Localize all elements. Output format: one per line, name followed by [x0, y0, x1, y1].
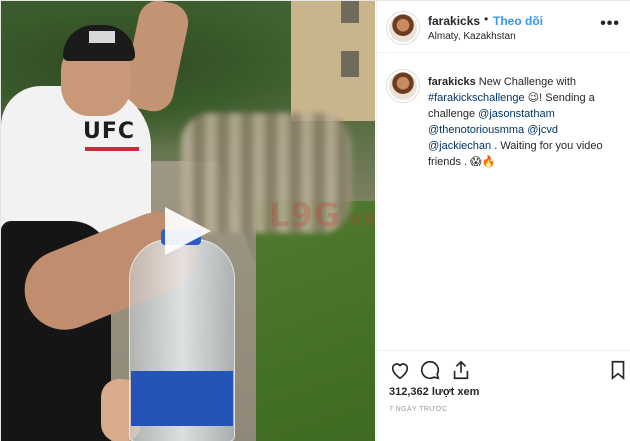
view-count[interactable]: 312,362 lượt xem — [389, 386, 479, 398]
share-icon[interactable] — [450, 359, 472, 381]
heart-icon[interactable] — [389, 359, 411, 381]
caption-part: New Challenge with — [475, 76, 576, 88]
watermark-logo: L9G.VN — [269, 196, 375, 234]
bookmark-icon[interactable] — [607, 359, 629, 381]
mention-link[interactable]: @jcvd — [527, 124, 558, 136]
avatar[interactable] — [387, 12, 419, 44]
header-username[interactable]: farakicks — [428, 14, 480, 28]
caption-username[interactable]: farakicks — [428, 76, 476, 88]
post-header: farakicks • Theo dõi Almaty, Kazakhstan … — [377, 1, 630, 53]
caption-area: farakicks New Challenge with #farakicksc… — [377, 54, 630, 350]
comment-icon[interactable] — [419, 359, 441, 381]
more-options-icon[interactable]: ••• — [600, 15, 620, 33]
location-link[interactable]: Almaty, Kazakhstan — [428, 31, 516, 42]
shirt-stripe — [85, 147, 139, 151]
action-bar: 312,362 lượt xem 7 NGÀY TRƯỚC — [377, 350, 630, 441]
mention-link[interactable]: @jasonstatham — [478, 108, 555, 120]
play-icon[interactable] — [165, 207, 211, 255]
caption-text: farakicks New Challenge with #farakicksc… — [428, 74, 620, 170]
mention-link[interactable]: @thenotoriousmma — [428, 124, 524, 136]
separator-dot: • — [484, 12, 489, 26]
background-building — [291, 1, 375, 121]
instagram-post: UFC L9G.VN farakicks • Theo dõi Almaty, … — [0, 0, 630, 441]
mention-link[interactable]: @jackiechan — [428, 140, 491, 152]
cap-logo — [89, 31, 115, 43]
bottle-label — [131, 371, 233, 426]
post-timestamp: 7 NGÀY TRƯỚC — [389, 406, 448, 413]
hashtag-link[interactable]: #farakickschallenge — [428, 92, 525, 104]
grass — [256, 201, 375, 441]
post-video[interactable]: UFC L9G.VN — [1, 1, 375, 441]
shirt-logo-text: UFC — [83, 119, 136, 144]
post-side-panel: farakicks • Theo dõi Almaty, Kazakhstan … — [376, 1, 630, 441]
caption-avatar[interactable] — [387, 70, 419, 102]
follow-button[interactable]: Theo dõi — [493, 14, 543, 28]
